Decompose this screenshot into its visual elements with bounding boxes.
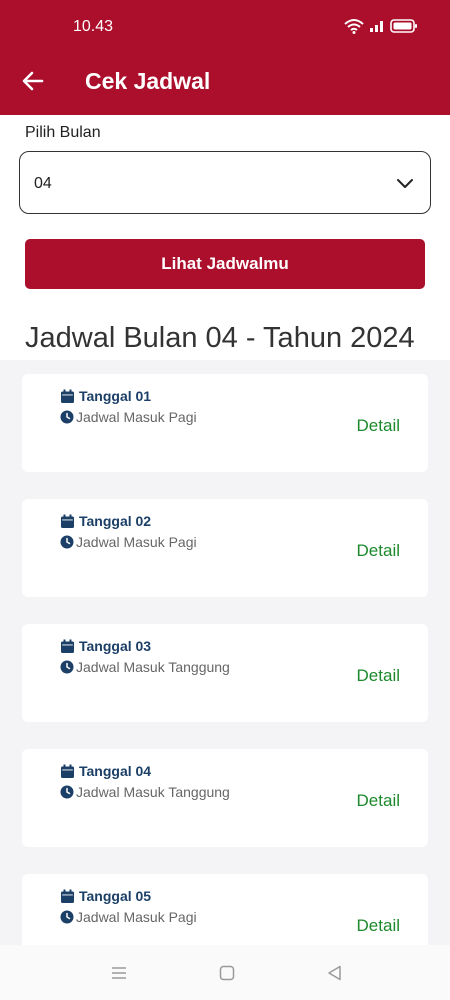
schedule-shift-row: Jadwal Masuk Pagi [60, 909, 197, 925]
detail-link[interactable]: Detail [357, 416, 400, 436]
wifi-icon [344, 19, 364, 34]
clock-icon [60, 785, 74, 799]
schedule-shift-row: Jadwal Masuk Tanggung [60, 659, 230, 675]
calendar-icon [61, 389, 74, 403]
clock-icon [60, 410, 74, 424]
schedule-date-row: Tanggal 02 [60, 513, 151, 529]
schedule-date-row: Tanggal 04 [60, 763, 151, 779]
calendar-icon [61, 889, 74, 903]
schedule-date: Tanggal 04 [79, 763, 152, 779]
page-title: Cek Jadwal [85, 68, 211, 94]
schedule-date: Tanggal 02 [79, 513, 152, 529]
schedule-list[interactable]: Tanggal 01 Jadwal Masuk Pagi Detail Tang… [0, 360, 450, 945]
schedule-card: Tanggal 03 Jadwal Masuk Tanggung Detail [22, 624, 428, 722]
calendar-icon [61, 764, 74, 778]
schedule-date: Tanggal 05 [79, 888, 152, 904]
arrow-left-icon[interactable] [20, 68, 46, 94]
month-select[interactable]: 04 [19, 151, 431, 214]
schedule-card: Tanggal 02 Jadwal Masuk Pagi Detail [22, 499, 428, 597]
clock-icon [60, 660, 74, 674]
schedule-date-row: Tanggal 05 [60, 888, 151, 904]
schedule-card: Tanggal 05 Jadwal Masuk Pagi Detail [22, 874, 428, 945]
schedule-shift: Jadwal Masuk Pagi [76, 534, 197, 550]
signal-icon [370, 21, 383, 32]
schedule-card: Tanggal 01 Jadwal Masuk Pagi Detail [22, 374, 428, 472]
chevron-down-icon [397, 179, 413, 188]
detail-link[interactable]: Detail [357, 541, 400, 561]
home-icon[interactable] [217, 963, 237, 983]
calendar-icon [61, 639, 74, 653]
battery-icon [390, 19, 417, 33]
schedule-shift-row: Jadwal Masuk Pagi [60, 534, 197, 550]
detail-link[interactable]: Detail [357, 666, 400, 686]
detail-link[interactable]: Detail [357, 791, 400, 811]
month-select-value: 04 [34, 175, 52, 192]
schedule-date-row: Tanggal 03 [60, 638, 151, 654]
schedule-shift: Jadwal Masuk Tanggung [76, 784, 230, 800]
view-schedule-button[interactable]: Lihat Jadwalmu [25, 239, 425, 289]
status-icons [344, 18, 418, 34]
schedule-heading: Jadwal Bulan 04 - Tahun 2024 [25, 322, 415, 354]
back-nav-icon[interactable] [325, 963, 345, 983]
clock-icon [60, 910, 74, 924]
calendar-icon [61, 514, 74, 528]
schedule-date-row: Tanggal 01 [60, 388, 151, 404]
menu-icon[interactable] [109, 963, 129, 983]
schedule-shift-row: Jadwal Masuk Pagi [60, 409, 197, 425]
schedule-card: Tanggal 04 Jadwal Masuk Tanggung Detail [22, 749, 428, 847]
detail-link[interactable]: Detail [357, 916, 400, 936]
system-nav-bar [0, 945, 450, 1000]
schedule-shift-row: Jadwal Masuk Tanggung [60, 784, 230, 800]
schedule-shift: Jadwal Masuk Tanggung [76, 659, 230, 675]
schedule-date: Tanggal 01 [79, 388, 152, 404]
schedule-date: Tanggal 03 [79, 638, 152, 654]
month-label: Pilih Bulan [25, 124, 101, 141]
schedule-shift: Jadwal Masuk Pagi [76, 909, 197, 925]
schedule-shift: Jadwal Masuk Pagi [76, 409, 197, 425]
status-bar: 10.43 [0, 0, 450, 56]
clock-icon [60, 535, 74, 549]
status-time: 10.43 [73, 18, 114, 35]
app-bar: Cek Jadwal [0, 56, 450, 115]
